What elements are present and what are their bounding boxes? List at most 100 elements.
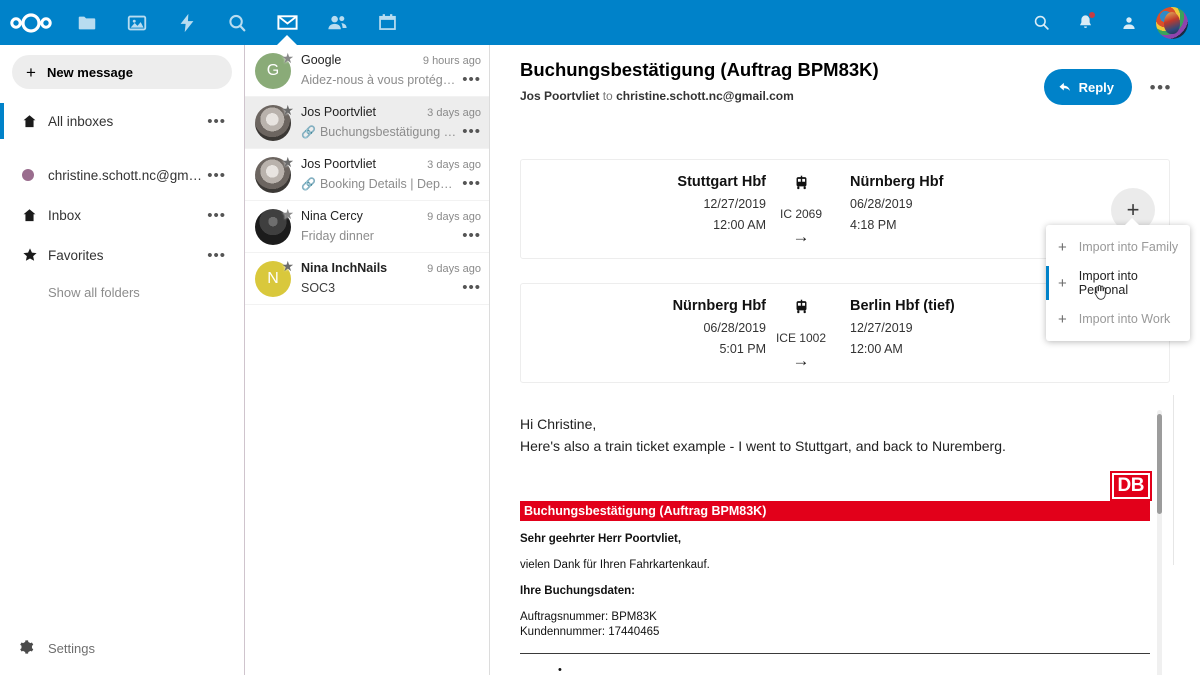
star-icon[interactable]: ★	[281, 207, 294, 221]
sidebar-item-favorites[interactable]: Favorites •••	[0, 235, 244, 275]
message-time: 3 days ago	[427, 107, 481, 119]
greeting-line-1: Hi Christine,	[520, 416, 597, 432]
sidebar-actions-all-inboxes[interactable]: •••	[207, 113, 234, 130]
nav-photos[interactable]	[112, 0, 162, 45]
avatar[interactable]	[1156, 6, 1188, 39]
message-actions[interactable]: •••	[456, 123, 481, 140]
message-summary: Jos Poortvliet 3 days ago 🔗 Buchungsbest…	[301, 105, 481, 140]
plus-icon: +	[26, 62, 36, 82]
email-body-scrollbar[interactable]	[1157, 410, 1162, 675]
search-button[interactable]	[1019, 0, 1063, 45]
itinerary-leg: Nürnberg Hbf 06/28/2019 5:01 PM ICE 1002…	[651, 298, 1016, 371]
message-subject: Aidez-nous à vous protéger …	[301, 72, 457, 87]
top-navigation-bar	[0, 0, 1200, 45]
email-sender: Jos Poortvliet	[520, 89, 600, 103]
attachment-icon: 🔗	[301, 124, 316, 139]
db-body-text: Sehr geehrter Herr Poortvliet, vielen Da…	[520, 532, 1150, 675]
show-all-folders-button[interactable]: Show all folders	[0, 275, 244, 309]
plus-icon: +	[1058, 310, 1067, 328]
settings-button[interactable]: Settings	[0, 629, 244, 667]
message-sender: Nina InchNails	[301, 261, 388, 275]
menu-item-label: Import into Family	[1078, 240, 1179, 254]
message-actions[interactable]: •••	[456, 279, 481, 296]
reply-label: Reply	[1078, 79, 1114, 95]
activity-icon	[180, 13, 194, 32]
sidebar-item-account[interactable]: christine.schott.nc@gmail.com •••	[0, 155, 244, 195]
avatar-wrap: ★	[255, 207, 294, 245]
message-subject: Friday dinner	[301, 228, 374, 243]
star-icon[interactable]: ★	[281, 259, 294, 273]
email-more-actions[interactable]: •••	[1150, 78, 1172, 98]
contacts-menu-button[interactable]	[1107, 0, 1151, 45]
email-greeting: Hi Christine, Here's also a train ticket…	[520, 413, 1160, 457]
star-icon[interactable]: ★	[281, 103, 294, 117]
nav-activity[interactable]	[162, 0, 212, 45]
db-salutation: Sehr geehrter Herr Poortvliet,	[520, 533, 682, 545]
nav-files[interactable]	[62, 0, 112, 45]
star-icon[interactable]: ★	[281, 51, 294, 65]
email-recipient: christine.schott.nc@gmail.com	[616, 89, 794, 103]
message-time: 9 days ago	[427, 263, 481, 275]
train-number: ICE 1002	[775, 331, 827, 345]
search-icon	[1034, 15, 1049, 30]
avatar-wrap: G ★	[255, 51, 294, 89]
db-order-number: Auftragsnummer: BPM83K	[520, 611, 657, 623]
message-subject: SOC3	[301, 280, 336, 295]
message-actions[interactable]: •••	[456, 71, 481, 88]
db-customer-number: Kundennummer: 17440465	[520, 626, 660, 638]
star-icon	[22, 247, 48, 263]
message-list-item[interactable]: ★ Nina Cercy 9 days ago Friday dinner ••…	[245, 201, 489, 253]
app-navigation-icons	[62, 0, 412, 45]
reply-icon	[1059, 82, 1070, 91]
new-message-button[interactable]: + New message	[12, 55, 232, 89]
star-icon[interactable]: ★	[281, 155, 294, 169]
sidebar-actions-favorites[interactable]: •••	[207, 247, 234, 264]
nav-mail[interactable]	[262, 0, 312, 45]
message-time: 9 days ago	[427, 211, 481, 223]
photos-icon	[127, 15, 147, 30]
nextcloud-logo[interactable]	[0, 12, 62, 33]
sidebar-actions-inbox[interactable]: •••	[207, 207, 234, 224]
message-summary: Nina Cercy 9 days ago Friday dinner •••	[301, 209, 481, 244]
message-sender: Nina Cercy	[301, 209, 363, 223]
sidebar-item-all-inboxes[interactable]: All inboxes •••	[0, 101, 244, 141]
nav-contacts[interactable]	[312, 0, 362, 45]
plus-icon: +	[1058, 238, 1067, 256]
menu-item-import-personal[interactable]: + Import into Personal	[1046, 265, 1190, 301]
sidebar-actions-account[interactable]: •••	[207, 167, 234, 184]
sidebar-item-inbox[interactable]: Inbox •••	[0, 195, 244, 235]
train-icon	[796, 175, 806, 190]
plus-icon: +	[1058, 274, 1067, 292]
gear-icon	[18, 639, 48, 658]
menu-item-import-work[interactable]: + Import into Work	[1046, 301, 1190, 337]
message-time: 3 days ago	[427, 159, 481, 171]
train-icon	[796, 299, 806, 314]
reply-button[interactable]: Reply	[1043, 69, 1132, 105]
menu-item-import-family[interactable]: + Import into Family	[1046, 229, 1190, 265]
nav-search-app[interactable]	[212, 0, 262, 45]
message-sender: Jos Poortvliet	[301, 105, 377, 119]
message-subject: Buchungsbestätigung (A…	[319, 124, 457, 139]
inbox-home-icon	[22, 114, 48, 129]
account-dot-icon	[22, 169, 48, 181]
departure-date: 06/28/2019	[703, 321, 766, 335]
new-message-label: New message	[46, 64, 133, 80]
db-booking-heading: Ihre Buchungsdaten:	[520, 585, 636, 597]
departure-time: 5:01 PM	[719, 342, 766, 356]
message-time: 9 hours ago	[422, 55, 481, 67]
train-number: IC 2069	[779, 207, 823, 221]
message-list-item[interactable]: ★ Jos Poortvliet 3 days ago 🔗 Booking De…	[245, 149, 489, 201]
scrollbar-thumb[interactable]	[1157, 414, 1162, 514]
message-list-item[interactable]: G ★ Google 9 hours ago Aidez-nous à vous…	[245, 45, 489, 97]
nav-calendar[interactable]	[362, 0, 412, 45]
message-actions[interactable]: •••	[456, 227, 481, 244]
avatar-wrap: N ★	[255, 259, 294, 297]
message-list-item-selected[interactable]: ★ Jos Poortvliet 3 days ago 🔗 Buchungsbe…	[245, 97, 489, 149]
message-list-item-unread[interactable]: N ★ Nina InchNails 9 days ago SOC3 •••	[245, 253, 489, 305]
train-block: ICE 1002 →	[766, 298, 836, 371]
notifications-button[interactable]	[1063, 0, 1107, 45]
message-actions[interactable]: •••	[456, 175, 481, 192]
sidebar-label-all-inboxes: All inboxes	[48, 113, 114, 129]
menu-item-label: Import into Personal	[1078, 269, 1138, 297]
departure-station: Stuttgart Hbf	[677, 174, 766, 190]
